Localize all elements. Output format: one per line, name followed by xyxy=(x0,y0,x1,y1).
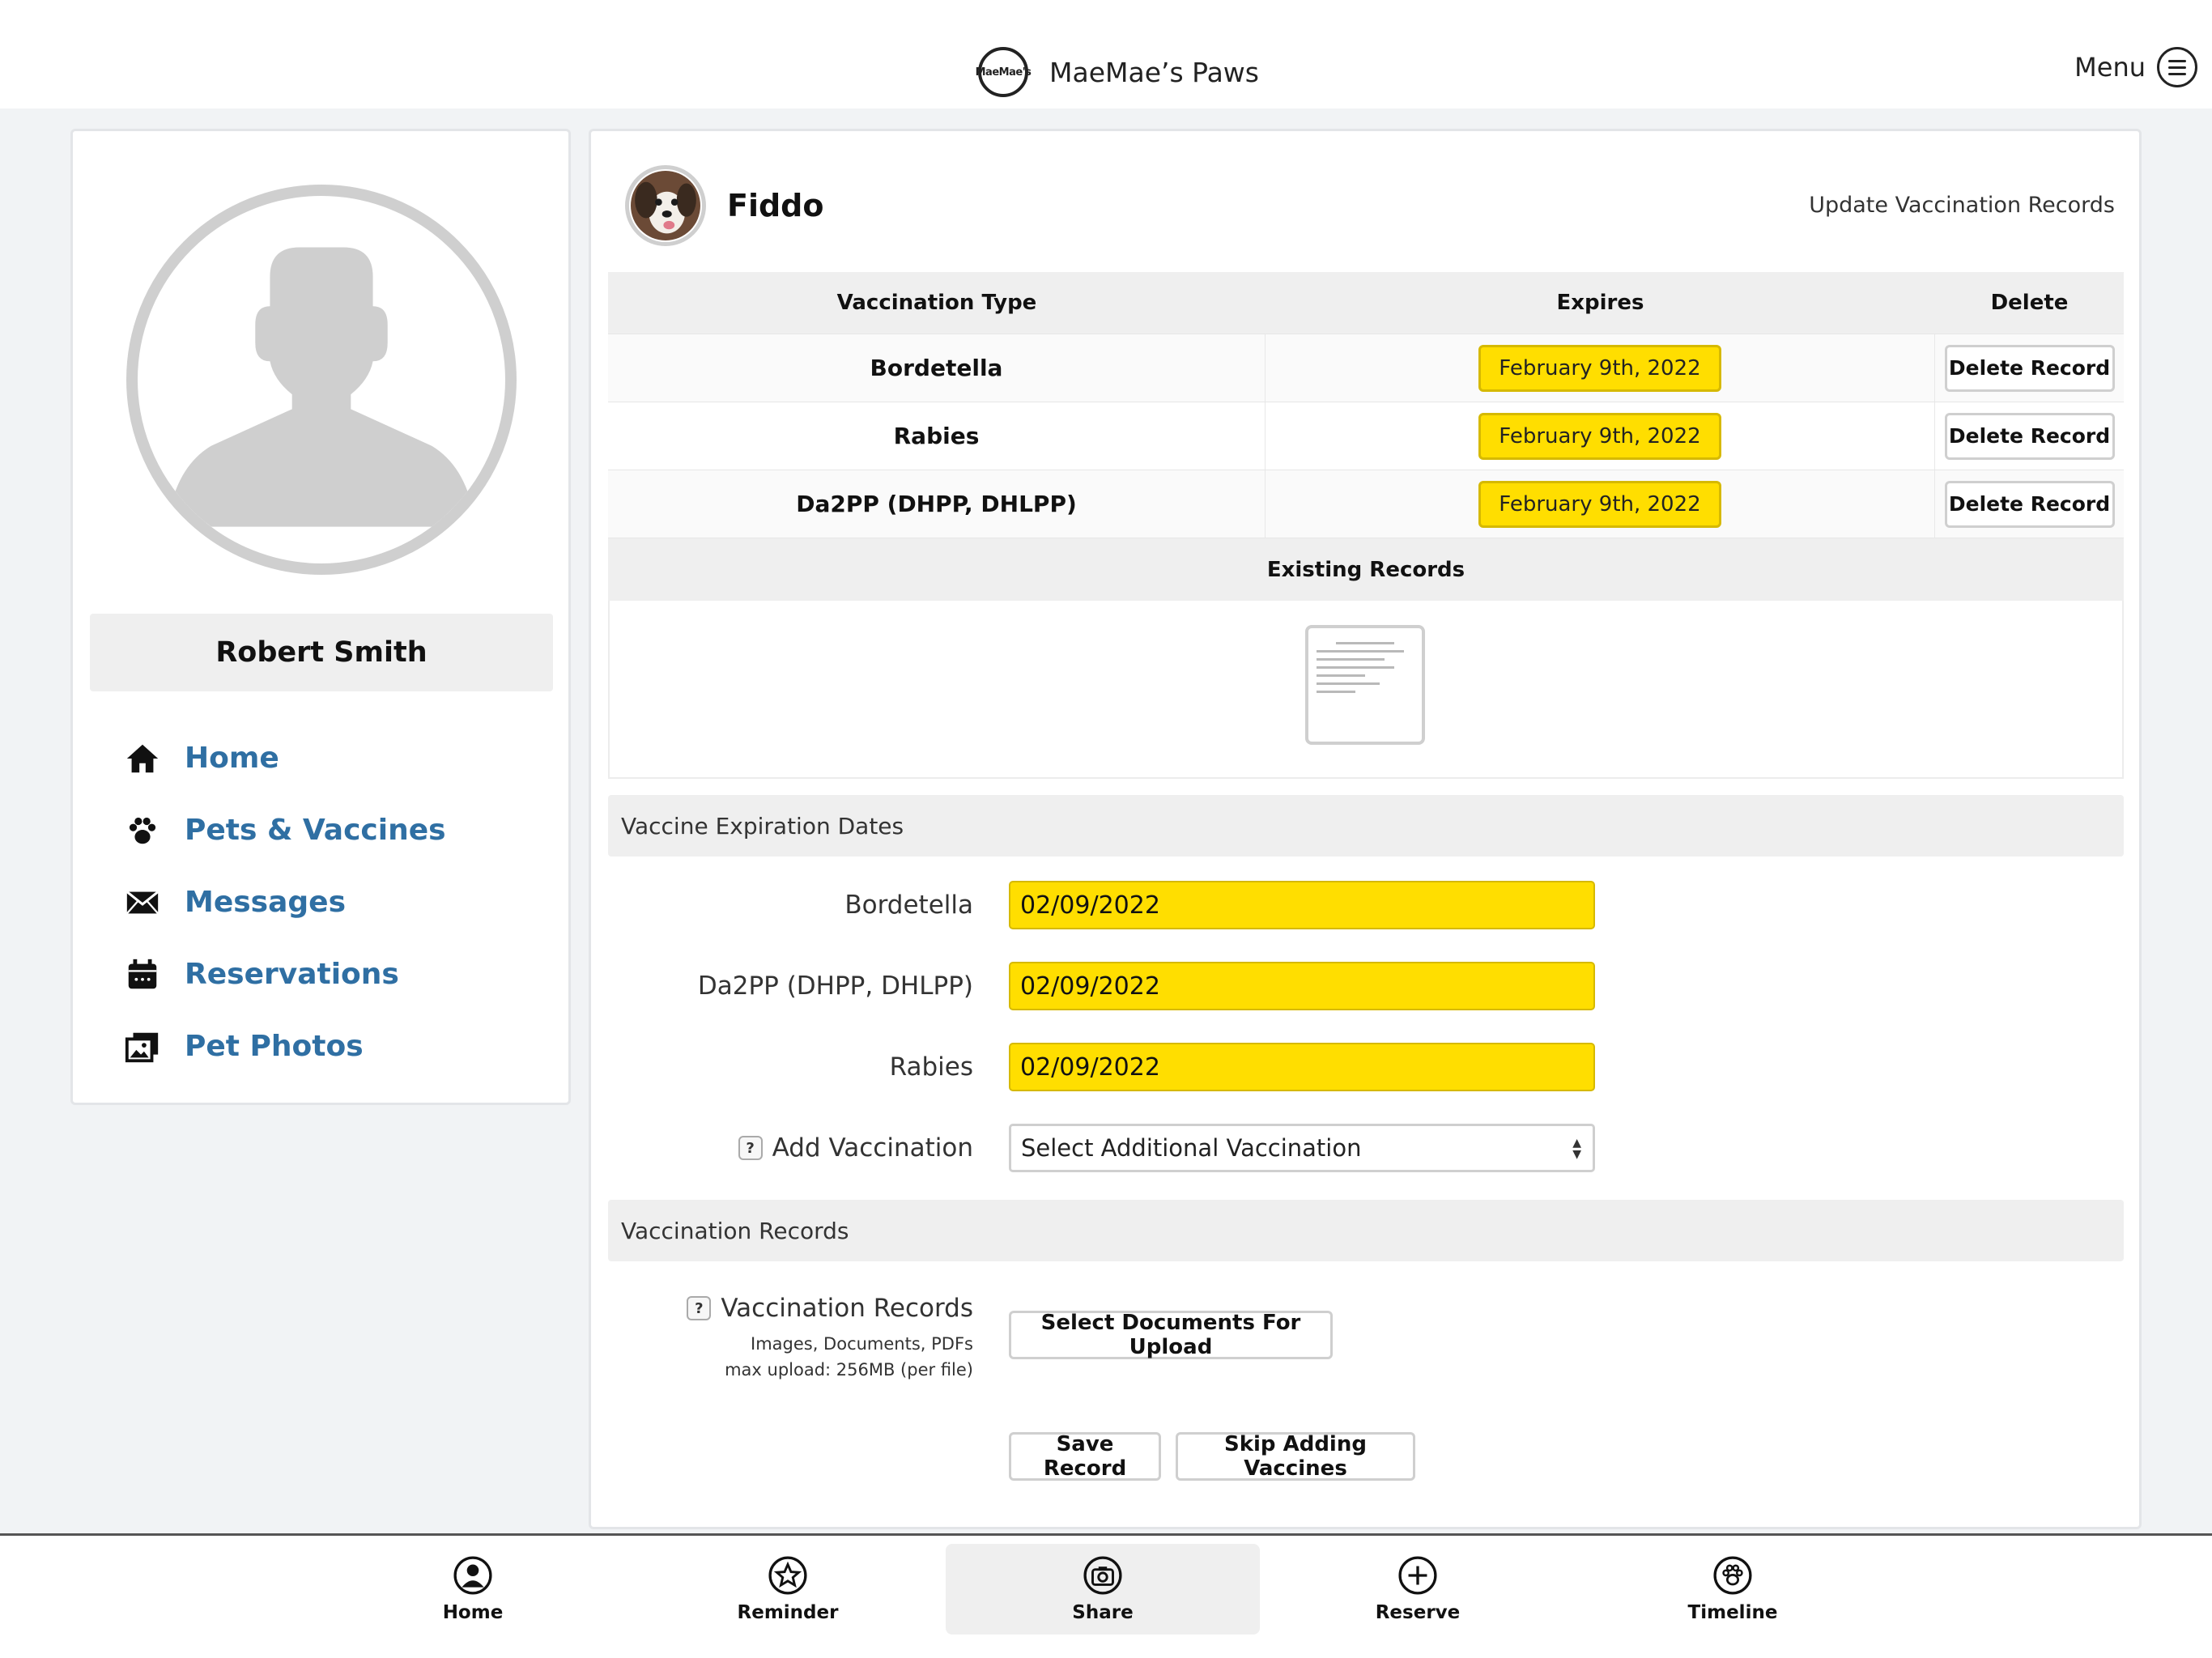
sidebar-item-reservations[interactable]: Reservations xyxy=(121,938,542,1010)
column-header-delete: Delete xyxy=(1990,291,2069,315)
tab-label: Share xyxy=(1072,1602,1134,1623)
tab-share[interactable]: Share xyxy=(946,1544,1260,1635)
document-thumbnail[interactable] xyxy=(1305,625,1425,745)
photos-icon xyxy=(121,1026,164,1068)
menu-label: Menu xyxy=(2074,52,2146,83)
field-label: Bordetella xyxy=(844,891,973,920)
brand-name: MaeMae’s Paws xyxy=(1049,56,1259,88)
upload-label-group: ? Vaccination Records Images, Documents,… xyxy=(608,1294,973,1383)
tab-label: Reserve xyxy=(1375,1602,1461,1623)
sidebar-item-messages[interactable]: Messages xyxy=(121,866,542,938)
rabies-date-input[interactable]: 02/09/2022 xyxy=(1009,1043,1595,1091)
delete-record-button[interactable]: Delete Record xyxy=(1944,412,2115,460)
plus-icon xyxy=(1398,1556,1437,1595)
expiry-date-badge: February 9th, 2022 xyxy=(1478,412,1721,460)
sidebar-nav: Home Pets & Vaccines Messages Reservatio… xyxy=(121,722,542,1082)
camera-icon xyxy=(1083,1556,1122,1595)
sidebar-item-home[interactable]: Home xyxy=(121,722,542,794)
existing-records-list xyxy=(608,601,2124,779)
vaccination-type: Rabies xyxy=(608,402,1266,470)
paw-icon xyxy=(1713,1556,1752,1595)
column-header-expires: Expires xyxy=(1556,291,1644,315)
delete-record-button[interactable]: Delete Record xyxy=(1944,344,2115,392)
tab-reserve[interactable]: Reserve xyxy=(1261,1544,1575,1635)
pet-header: Fiddo xyxy=(625,165,824,246)
add-vaccination-row: ? Add Vaccination Select Additional Vacc… xyxy=(608,1122,2124,1174)
bordetella-date-input[interactable]: 02/09/2022 xyxy=(1009,881,1595,929)
vaccination-type: Bordetella xyxy=(608,334,1266,402)
select-value: Select Additional Vaccination xyxy=(1021,1134,1362,1162)
select-arrows-icon: ▲ ▼ xyxy=(1572,1137,1581,1161)
table-row: Rabies February 9th, 2022 Delete Record xyxy=(608,402,2124,470)
sidebar-item-label: Home xyxy=(185,742,279,775)
vaccination-table: Vaccination Type Expires Delete Bordetel… xyxy=(608,272,2124,779)
tab-label: Reminder xyxy=(737,1602,839,1623)
field-label: Rabies xyxy=(889,1052,973,1082)
help-icon[interactable]: ? xyxy=(738,1136,763,1160)
home-icon xyxy=(121,738,164,780)
top-bar: MaeMae's MaeMae’s Paws Menu xyxy=(0,0,2212,108)
field-label: Add Vaccination xyxy=(772,1133,973,1163)
sidebar-item-pets-vaccines[interactable]: Pets & Vaccines xyxy=(121,794,542,866)
add-vaccination-select[interactable]: Select Additional Vaccination ▲ ▼ xyxy=(1009,1124,1595,1172)
owner-name: Robert Smith xyxy=(90,614,553,691)
upload-hint-size: max upload: 256MB (per file) xyxy=(725,1360,973,1380)
delete-record-button[interactable]: Delete Record xyxy=(1944,480,2115,528)
field-label: Vaccination Records xyxy=(721,1294,973,1323)
expiration-field-row: Rabies 02/09/2022 xyxy=(608,1041,2124,1093)
sidebar-item-label: Reservations xyxy=(185,958,399,991)
upload-hint-types: Images, Documents, PDFs xyxy=(751,1334,973,1354)
expiration-field-row: Bordetella 02/09/2022 xyxy=(608,879,2124,931)
profile-card: Robert Smith Home Pets & Vaccines Messag… xyxy=(70,129,571,1105)
expiry-date-badge: February 9th, 2022 xyxy=(1478,480,1721,528)
star-icon xyxy=(768,1556,807,1595)
field-label: Da2PP (DHPP, DHLPP) xyxy=(697,971,973,1001)
expiry-date-badge: February 9th, 2022 xyxy=(1478,344,1721,392)
tab-label: Home xyxy=(442,1602,504,1623)
help-icon[interactable]: ? xyxy=(687,1296,712,1320)
da2pp-date-input[interactable]: 02/09/2022 xyxy=(1009,962,1595,1010)
pet-name: Fiddo xyxy=(727,188,824,223)
avatar xyxy=(126,185,517,575)
expiration-field-row: Da2PP (DHPP, DHLPP) 02/09/2022 xyxy=(608,960,2124,1012)
table-row: Bordetella February 9th, 2022 Delete Rec… xyxy=(608,334,2124,402)
paw-icon xyxy=(121,810,164,852)
section-vaccination-records: Vaccination Records xyxy=(608,1200,2124,1261)
section-expiration-dates: Vaccine Expiration Dates xyxy=(608,795,2124,857)
vaccination-card: Fiddo Update Vaccination Records Vaccina… xyxy=(589,129,2142,1529)
sidebar-item-label: Pet Photos xyxy=(185,1030,364,1063)
sidebar-item-pet-photos[interactable]: Pet Photos xyxy=(121,1010,542,1082)
brand-logo: MaeMae's xyxy=(976,47,1032,97)
person-icon xyxy=(453,1556,492,1595)
tab-timeline[interactable]: Timeline xyxy=(1576,1544,1890,1635)
pet-avatar[interactable] xyxy=(625,165,706,246)
select-documents-button[interactable]: Select Documents For Upload xyxy=(1009,1311,1333,1359)
brand[interactable]: MaeMae's MaeMae’s Paws xyxy=(976,46,1259,98)
tab-home[interactable]: Home xyxy=(316,1544,630,1635)
envelope-icon xyxy=(121,882,164,924)
existing-records-header: Existing Records xyxy=(608,538,2124,601)
table-header-row: Vaccination Type Expires Delete xyxy=(608,272,2124,334)
update-vaccination-records-link[interactable]: Update Vaccination Records xyxy=(1809,193,2115,218)
hamburger-icon xyxy=(2157,47,2197,87)
tab-reminder[interactable]: Reminder xyxy=(631,1544,945,1635)
tab-label: Timeline xyxy=(1687,1602,1778,1623)
vaccination-type: Da2PP (DHPP, DHLPP) xyxy=(608,470,1266,538)
skip-adding-vaccines-button[interactable]: Skip Adding Vaccines xyxy=(1176,1432,1415,1481)
table-row: Da2PP (DHPP, DHLPP) February 9th, 2022 D… xyxy=(608,470,2124,538)
calendar-icon xyxy=(121,954,164,996)
save-record-button[interactable]: Save Record xyxy=(1009,1432,1161,1481)
sidebar-item-label: Messages xyxy=(185,886,347,919)
column-header-type: Vaccination Type xyxy=(836,291,1037,315)
dog-photo-icon xyxy=(631,171,700,240)
person-silhouette-icon xyxy=(167,247,476,527)
menu-button[interactable]: Menu xyxy=(2074,45,2197,90)
sidebar-item-label: Pets & Vaccines xyxy=(185,814,446,847)
bottom-tab-bar: Home Reminder Share Reserve Timeline xyxy=(0,1533,2212,1658)
